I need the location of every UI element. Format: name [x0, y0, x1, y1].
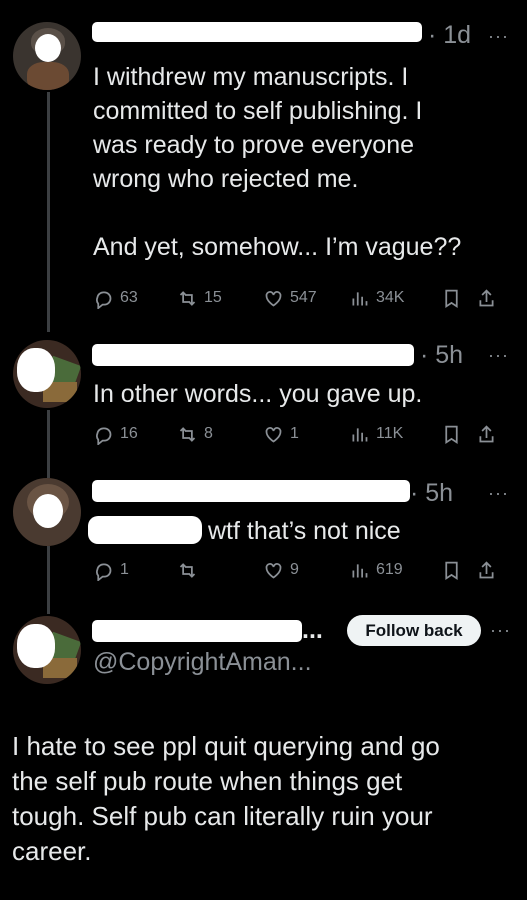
avatar[interactable] [13, 22, 81, 90]
bookmark-icon [445, 289, 458, 308]
like-icon [265, 562, 282, 579]
avatar[interactable] [13, 340, 81, 408]
tweet-actions: 16 8 1 11K [93, 422, 517, 446]
tweet-actions: 1 9 619 [93, 558, 517, 582]
avatar[interactable] [13, 616, 81, 684]
thread-line [47, 410, 50, 478]
reply-button[interactable]: 16 [93, 424, 177, 445]
bookmark-button[interactable] [441, 560, 476, 581]
name-truncation: ... [302, 616, 323, 644]
tweet-text: wtf that’s not nice [208, 517, 401, 545]
share-icon [479, 560, 494, 578]
bookmark-icon [445, 425, 458, 444]
views-button[interactable]: 619 [349, 560, 441, 581]
tweet-time[interactable]: · 5h [420, 341, 463, 370]
tweet-text: I hate to see ppl quit querying and go t… [12, 731, 440, 866]
more-icon[interactable]: ··· [488, 26, 509, 47]
redacted-username [92, 620, 302, 642]
bookmark-icon [445, 561, 458, 580]
reply-button[interactable]: 1 [93, 560, 177, 581]
reply-button[interactable]: 63 [93, 288, 177, 309]
redacted-username [92, 22, 422, 42]
repost-icon [179, 562, 196, 578]
avatar[interactable] [13, 478, 81, 546]
more-icon[interactable]: ··· [488, 345, 509, 366]
repost-button[interactable]: 8 [177, 424, 263, 445]
tweet-time[interactable]: · 1d [428, 21, 471, 50]
repost-icon [179, 426, 196, 442]
share-button[interactable] [476, 288, 497, 309]
reply-icon [96, 426, 112, 445]
reply-icon [96, 562, 112, 581]
tweet-text: In other words... you gave up. [93, 380, 423, 408]
tweet-text: I withdrew my manuscripts. I committed t… [93, 63, 462, 261]
reply-icon [96, 290, 112, 309]
like-icon [265, 426, 282, 443]
views-icon [352, 291, 368, 305]
share-icon [479, 288, 494, 306]
repost-button[interactable]: 15 [177, 288, 263, 309]
bookmark-button[interactable] [441, 288, 476, 309]
bookmark-button[interactable] [441, 424, 476, 445]
user-handle[interactable]: @CopyrightAman... [93, 648, 312, 677]
share-button[interactable] [476, 560, 497, 581]
redacted-mention [88, 516, 202, 544]
like-button[interactable]: 1 [263, 424, 349, 445]
tweet-actions: 63 15 547 34K [93, 286, 517, 310]
views-icon [352, 427, 368, 441]
share-icon [479, 424, 494, 442]
repost-icon [179, 290, 196, 306]
more-icon[interactable]: ··· [488, 483, 509, 504]
views-button[interactable]: 11K [349, 424, 441, 445]
follow-back-button[interactable]: Follow back [347, 615, 481, 646]
tweet-time[interactable]: · 5h [410, 479, 453, 508]
views-icon [352, 563, 368, 577]
views-button[interactable]: 34K [349, 288, 441, 309]
thread-line [47, 546, 50, 614]
like-button[interactable]: 9 [263, 560, 349, 581]
share-button[interactable] [476, 424, 497, 445]
redacted-username [92, 344, 414, 366]
thread-line [47, 92, 50, 332]
like-icon [265, 290, 282, 307]
more-icon[interactable]: ··· [490, 620, 511, 641]
repost-button[interactable] [177, 560, 263, 581]
like-button[interactable]: 547 [263, 288, 349, 309]
redacted-username [92, 480, 410, 502]
